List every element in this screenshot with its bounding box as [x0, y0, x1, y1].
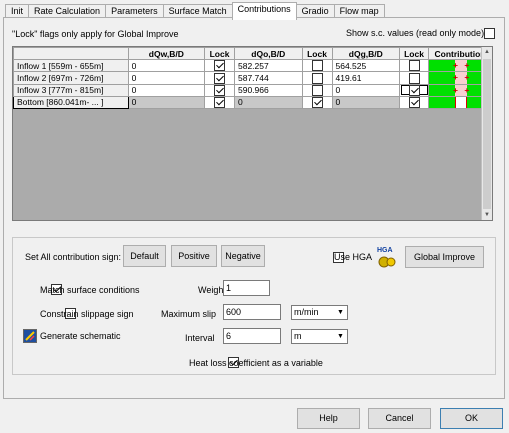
positive-button[interactable]: Positive: [171, 245, 217, 267]
lock-o-cell: [301, 95, 333, 110]
interval-label: Interval: [185, 333, 215, 343]
hga-icon-text: HGA: [377, 247, 393, 254]
dqw-cell: 0: [127, 95, 206, 110]
weight-input[interactable]: 1: [223, 280, 270, 296]
interval-input[interactable]: 6: [223, 328, 281, 344]
lock-w-cell: [204, 58, 235, 73]
show-sc-label: Show s.c. values (read only mode): [346, 28, 485, 38]
lock-w-checkbox[interactable]: [214, 72, 226, 83]
column-header-lock-o: Lock: [301, 47, 333, 60]
chevron-down-icon[interactable]: ▼: [335, 331, 346, 342]
lock-o-checkbox[interactable]: [311, 60, 323, 71]
lock-g-cell: [399, 83, 430, 97]
dqo-cell[interactable]: 587.744: [234, 71, 303, 85]
row-label: Bottom [860.041m- ... ]: [13, 95, 129, 110]
column-header-dqg: dQg,B/D: [331, 47, 401, 60]
heat-loss-label: Heat loss coefficient as a variable: [189, 358, 323, 368]
column-header-dqw: dQw,B/D: [127, 47, 206, 60]
use-hga-label: Use HGA: [334, 252, 373, 262]
max-slip-label: Maximum slip: [161, 309, 217, 319]
lock-g-checkbox[interactable]: [408, 97, 420, 108]
lock-w-cell: [204, 95, 235, 110]
tab-strip: Init Rate Calculation Parameters Surface…: [5, 2, 385, 20]
dqo-cell[interactable]: 582.257: [234, 58, 303, 73]
scroll-down-icon[interactable]: ▼: [482, 210, 492, 220]
lock-o-cell: [301, 71, 333, 85]
lock-g-cell: [399, 71, 430, 85]
contribution-sign: + +: [453, 84, 472, 95]
lock-g-cell: [399, 58, 430, 73]
global-improve-button[interactable]: Global Improve: [405, 246, 484, 268]
lock-o-cell: [301, 83, 333, 97]
dqg-cell: 0: [331, 95, 401, 110]
show-sc-checkbox[interactable]: [484, 28, 495, 40]
interval-unit-select[interactable]: m ▼: [291, 329, 348, 344]
column-header-lock-g: Lock: [399, 47, 430, 60]
grid-scrollbar[interactable]: ▲ ▼: [481, 47, 492, 220]
contribution-sign: + +: [453, 60, 472, 70]
table-header-row: dQw,B/D Lock dQo,B/D Lock dQg,B/D Lock C…: [13, 47, 492, 60]
negative-button[interactable]: Negative: [221, 245, 265, 267]
contribution-sign-label: Set All contribution sign:: [25, 252, 122, 262]
lock-w-checkbox[interactable]: [214, 85, 226, 96]
row-label: Inflow 2 [697m - 726m]: [13, 71, 129, 85]
help-button[interactable]: Help: [297, 408, 360, 429]
dqg-cell[interactable]: 0: [331, 83, 401, 97]
max-slip-input[interactable]: 600: [223, 304, 281, 320]
table-row: Inflow 3 [777m - 815m] 0 590.966 0 + +: [13, 83, 492, 97]
dqo-cell: 0: [234, 95, 303, 110]
generate-schematic-label[interactable]: Generate schematic: [40, 331, 121, 341]
table-row: Bottom [860.041m- ... ] 0 0 0: [13, 95, 492, 110]
table-row: Inflow 1 [559m - 655m] 0 582.257 564.525…: [13, 58, 492, 73]
table-row: Inflow 2 [697m - 726m] 0 587.744 419.61 …: [13, 71, 492, 85]
max-slip-unit-select[interactable]: m/min ▼: [291, 305, 348, 320]
column-header: [13, 47, 129, 60]
interval-unit-value: m: [294, 331, 302, 341]
column-header-dqo: dQo,B/D: [234, 47, 303, 60]
cancel-button[interactable]: Cancel: [368, 408, 431, 429]
chevron-down-icon[interactable]: ▼: [335, 307, 346, 318]
row-label: Inflow 1 [559m - 655m]: [13, 58, 129, 73]
column-header-lock-w: Lock: [204, 47, 235, 60]
dqw-cell[interactable]: 0: [127, 58, 206, 73]
dqg-cell[interactable]: 419.61: [331, 71, 401, 85]
constrain-slippage-label: Constrain slippage sign: [40, 309, 134, 319]
default-button[interactable]: Default: [123, 245, 166, 267]
dqo-cell[interactable]: 590.966: [234, 83, 303, 97]
lock-o-checkbox[interactable]: [311, 72, 323, 83]
lock-g-checkbox[interactable]: [408, 72, 420, 83]
contributions-grid: dQw,B/D Lock dQo,B/D Lock dQg,B/D Lock C…: [12, 46, 493, 221]
lock-o-checkbox[interactable]: [311, 85, 323, 96]
contributions-table: dQw,B/D Lock dQo,B/D Lock dQg,B/D Lock C…: [13, 47, 492, 110]
lock-g-checkbox[interactable]: [408, 60, 420, 71]
dqg-cell[interactable]: 564.525: [331, 58, 401, 73]
weight-label: Weight: [198, 285, 226, 295]
lock-w-cell: [204, 83, 235, 97]
row-label: Inflow 3 [777m - 815m]: [13, 83, 129, 97]
dqw-cell[interactable]: 0: [127, 83, 206, 97]
dqw-cell[interactable]: 0: [127, 71, 206, 85]
tab-contributions[interactable]: Contributions: [231, 2, 297, 20]
schematic-icon[interactable]: [23, 329, 37, 343]
lock-note: "Lock" flags only apply for Global Impro…: [12, 29, 179, 39]
scroll-up-icon[interactable]: ▲: [482, 47, 492, 57]
lock-o-cell: [301, 58, 333, 73]
hga-icon[interactable]: HGA: [376, 247, 398, 269]
lock-w-checkbox[interactable]: [214, 60, 226, 71]
lock-g-cell: [399, 95, 430, 110]
contribution-fill-red: [455, 97, 468, 108]
lock-w-cell: [204, 71, 235, 85]
scroll-thumb[interactable]: [483, 59, 491, 209]
max-slip-unit-value: m/min: [294, 307, 319, 317]
match-surface-label: Match surface conditions: [40, 285, 140, 295]
contribution-sign: + +: [453, 72, 472, 83]
lock-g-checkbox[interactable]: [408, 85, 420, 96]
ok-button[interactable]: OK: [440, 408, 503, 429]
lock-o-checkbox[interactable]: [311, 97, 323, 108]
lock-w-checkbox[interactable]: [214, 97, 226, 108]
